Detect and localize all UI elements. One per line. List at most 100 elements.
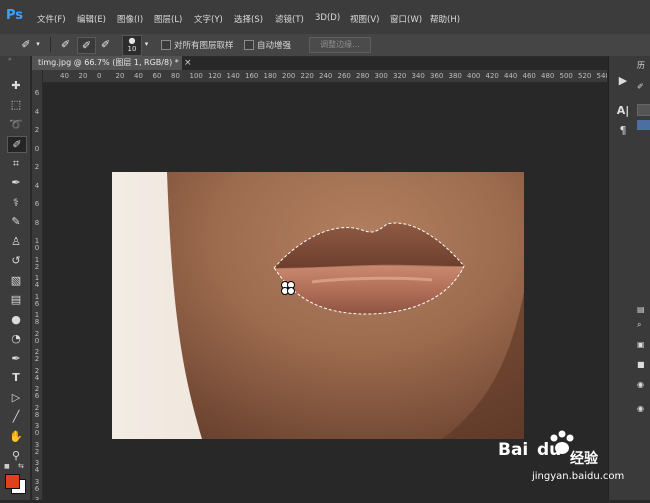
zoom-tool-icon[interactable]: ⚲ bbox=[7, 448, 25, 463]
baidu-brand-text-1: Bai bbox=[498, 440, 529, 460]
ruler-tick-label: 2 4 bbox=[34, 366, 40, 382]
ruler-tick-label: 4 bbox=[34, 107, 40, 116]
ruler-tick-label: 260 bbox=[337, 72, 351, 80]
ruler-tick-label: 1 6 bbox=[34, 292, 40, 308]
ruler-tick-label: 140 bbox=[226, 72, 240, 80]
ruler-tick-label: 40 bbox=[60, 72, 69, 80]
healing-brush-tool-icon[interactable]: ⚕ bbox=[7, 195, 25, 210]
line-tool-icon[interactable]: ╱ bbox=[7, 409, 25, 424]
brush-dropdown-icon[interactable]: ▾ bbox=[142, 37, 151, 52]
clone-stamp-tool-icon[interactable]: ♙ bbox=[7, 234, 25, 249]
history-brush-icon[interactable]: ✐ bbox=[637, 82, 650, 92]
path-selection-tool-icon[interactable]: ▷ bbox=[7, 390, 25, 405]
type-tool-icon[interactable]: T bbox=[7, 370, 25, 385]
history-brush-tool-icon[interactable]: ↺ bbox=[7, 253, 25, 268]
ruler-tick-label: 320 bbox=[393, 72, 407, 80]
layer-lock-icon[interactable]: ■ bbox=[637, 360, 650, 370]
ruler-tick-label: 380 bbox=[448, 72, 462, 80]
ruler-origin[interactable] bbox=[32, 70, 42, 82]
layers-panel-tab[interactable]: ▤ bbox=[637, 305, 650, 315]
ruler-tick-label: 2 bbox=[34, 163, 40, 171]
move-tool-icon[interactable]: ✚ bbox=[7, 78, 25, 93]
layer-blend-icon[interactable]: ▣ bbox=[637, 340, 650, 350]
quick-selection-tool-icon[interactable]: ✐ bbox=[7, 136, 27, 153]
menu-type[interactable]: 文字(Y) bbox=[194, 13, 223, 25]
sample-all-layers-label: 对所有图层取样 bbox=[174, 41, 234, 51]
hand-tool-icon[interactable]: ✋ bbox=[7, 429, 25, 444]
ruler-tick-label: 400 bbox=[467, 72, 481, 80]
tab-close-icon[interactable]: × bbox=[184, 56, 194, 70]
ruler-tick-label: 520 bbox=[578, 72, 592, 80]
add-to-selection-icon[interactable]: ✐ bbox=[77, 37, 96, 54]
ruler-tick-label: 80 bbox=[171, 72, 180, 80]
ruler-tick-label: 200 bbox=[282, 72, 296, 80]
subtract-from-selection-icon[interactable]: ✐ bbox=[97, 37, 114, 52]
history-snapshot[interactable] bbox=[637, 104, 650, 116]
ruler-tick-label: 160 bbox=[245, 72, 259, 80]
swap-colors-icon[interactable]: ⇆ bbox=[18, 462, 28, 470]
new-selection-icon[interactable]: ✐ bbox=[57, 37, 74, 52]
ruler-tick-label: 460 bbox=[522, 72, 536, 80]
menu-window[interactable]: 窗口(W) bbox=[390, 13, 422, 25]
menu-layer[interactable]: 图层(L) bbox=[154, 13, 182, 25]
pen-tool-icon[interactable]: ✒ bbox=[7, 351, 25, 366]
history-panel-tab[interactable]: 历 bbox=[637, 60, 650, 72]
default-colors-icon[interactable]: ■ bbox=[4, 463, 12, 471]
play-icon[interactable]: ▶ bbox=[612, 74, 634, 90]
ruler-tick-label: 420 bbox=[485, 72, 499, 80]
eraser-tool-icon[interactable]: ▧ bbox=[7, 273, 25, 288]
refine-edge-button[interactable]: 调整边缘... bbox=[309, 37, 371, 53]
menu-help[interactable]: 帮助(H) bbox=[430, 13, 460, 25]
menu-3d[interactable]: 3D(D) bbox=[315, 13, 340, 23]
ruler-tick-label: 20 bbox=[115, 72, 125, 80]
ruler-tick-label: 540 bbox=[596, 72, 608, 80]
history-state-selected[interactable] bbox=[637, 120, 650, 130]
layer-visibility-icon-2[interactable]: ◉ bbox=[637, 404, 650, 414]
menu-view[interactable]: 视图(V) bbox=[350, 13, 379, 25]
auto-enhance-checkbox[interactable] bbox=[244, 40, 254, 50]
sample-all-layers-checkbox[interactable] bbox=[161, 40, 171, 50]
document-tab[interactable]: timg.jpg @ 66.7% (图层 1, RGB/8) * bbox=[32, 56, 182, 70]
eyedropper-tool-icon[interactable]: ✒ bbox=[7, 175, 25, 190]
quick-select-tool-preset-icon[interactable]: ✐ bbox=[18, 37, 34, 52]
lasso-tool-icon[interactable]: ➰ bbox=[7, 117, 25, 132]
ruler-tick-label: 340 bbox=[411, 72, 425, 80]
ruler-tick-label: 6 bbox=[34, 200, 40, 208]
divider bbox=[50, 37, 51, 52]
lips-photo[interactable] bbox=[112, 172, 524, 439]
ruler-tick-label: 1 2 bbox=[34, 255, 40, 271]
crop-tool-icon[interactable]: ⌗ bbox=[7, 156, 25, 171]
vertical-ruler: 6 4 2 0 2 4 6 8 1 0 1 2 1 4 1 6 1 8 2 0 2 2 2 4 2 6 2 8 3 … bbox=[32, 70, 43, 500]
menu-filter[interactable]: 滤镜(T) bbox=[275, 13, 304, 25]
ruler-tick-label: 1 4 bbox=[34, 274, 40, 289]
brush-tool-icon[interactable]: ✎ bbox=[7, 214, 25, 229]
ruler-tick-label: 1 8 bbox=[34, 311, 40, 326]
marquee-tool-icon[interactable]: ⬚ bbox=[7, 97, 25, 112]
ruler-tick-label: 120 bbox=[208, 72, 222, 80]
auto-enhance-label: 自动增强 bbox=[257, 41, 292, 51]
foreground-color-swatch[interactable] bbox=[5, 474, 20, 489]
brush-dot-icon: ● bbox=[128, 36, 136, 45]
toolbar-collapse-icon[interactable]: » bbox=[8, 57, 24, 63]
ruler-tick-label: 2 0 bbox=[34, 329, 40, 345]
character-panel-icon[interactable]: A| bbox=[612, 104, 634, 120]
brush-picker[interactable]: ● 10 bbox=[122, 35, 142, 56]
ruler-tick-label: 20 bbox=[78, 72, 88, 80]
menu-select[interactable]: 选择(S) bbox=[234, 13, 263, 25]
layer-filter-icon[interactable]: ⌕ bbox=[637, 320, 650, 330]
ruler-tick-label: 4 bbox=[34, 181, 40, 190]
paragraph-panel-icon[interactable]: ¶ bbox=[612, 124, 634, 140]
ruler-tick-label: 100 bbox=[189, 72, 203, 80]
menu-image[interactable]: 图像(I) bbox=[117, 13, 143, 25]
gradient-tool-icon[interactable]: ▤ bbox=[7, 292, 25, 307]
ruler-tick-label: 3 6 bbox=[34, 477, 40, 493]
layer-visibility-icon[interactable]: ◉ bbox=[637, 380, 650, 390]
ruler-tick-label: 2 2 bbox=[34, 348, 40, 363]
preset-dropdown-icon[interactable]: ▾ bbox=[34, 37, 42, 52]
dodge-tool-icon[interactable]: ◔ bbox=[7, 331, 25, 346]
blur-tool-icon[interactable]: ● bbox=[7, 312, 25, 327]
menu-file[interactable]: 文件(F) bbox=[37, 13, 66, 25]
watermark-url: jingyan.baidu.com bbox=[532, 471, 625, 482]
menu-edit[interactable]: 编辑(E) bbox=[77, 13, 106, 25]
ruler-tick-label: 2 8 bbox=[34, 403, 40, 419]
